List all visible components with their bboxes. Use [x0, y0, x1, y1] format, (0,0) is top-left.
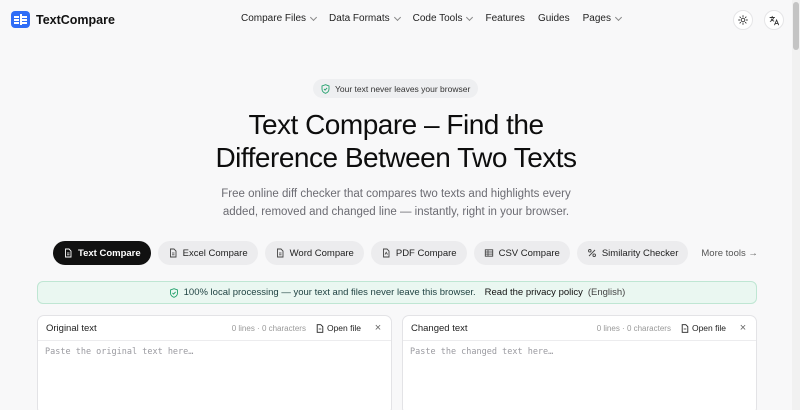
chevron-down-icon — [309, 13, 318, 21]
subtitle-line-1: Free online diff checker that compares t… — [221, 188, 571, 200]
scrollbar-thumb[interactable] — [793, 2, 799, 50]
title-line-1: Text Compare – Find the — [248, 109, 544, 140]
notice-language: (English) — [587, 287, 626, 298]
tab-label: Similarity Checker — [601, 247, 679, 259]
nav-features[interactable]: Features — [485, 13, 524, 24]
nav-label: Compare Files — [241, 13, 307, 24]
privacy-badge: Your text never leaves your browser — [313, 79, 479, 98]
top-header: TextCompare Compare Files Data Formats C… — [0, 0, 792, 40]
open-file-button[interactable]: Open file — [316, 323, 361, 333]
tab-label: Text Compare — [78, 247, 141, 259]
tab-csv-compare[interactable]: CSV Compare — [473, 241, 570, 265]
main-nav: Compare Files Data Formats Code Tools Fe… — [241, 13, 634, 24]
nav-code-tools[interactable]: Code Tools — [412, 13, 474, 24]
tool-tabs: Text Compare Excel Compare Word Compare … — [53, 241, 764, 265]
tab-text-compare[interactable]: Text Compare — [53, 241, 151, 265]
privacy-policy-link[interactable]: Read the privacy policy — [485, 287, 583, 298]
table-icon — [484, 249, 493, 257]
placeholder-text: Paste the original text here… — [45, 347, 194, 357]
document-icon — [65, 248, 72, 258]
panel-title: Changed text — [411, 322, 468, 334]
tab-similarity-checker[interactable]: Similarity Checker — [576, 241, 689, 265]
changed-text-input[interactable]: Paste the changed text here… — [403, 341, 756, 363]
pdf-icon — [382, 248, 390, 258]
tab-label: Excel Compare — [182, 247, 248, 259]
tab-word-compare[interactable]: Word Compare — [264, 241, 364, 265]
char-count: 0 lines · 0 characters — [231, 323, 306, 333]
subtitle-line-2: added, removed and changed line — instan… — [222, 206, 570, 218]
page-scrollbar[interactable] — [792, 0, 800, 410]
chevron-down-icon — [466, 13, 474, 21]
translate-icon — [769, 15, 779, 25]
brand-logo[interactable]: TextCompare — [11, 11, 115, 28]
nav-data-formats[interactable]: Data Formats — [329, 13, 401, 24]
original-text-panel: Original text 0 lines · 0 characters Ope… — [37, 315, 392, 410]
title-line-2: Difference Between Two Texts — [215, 142, 577, 173]
char-count: 0 lines · 0 characters — [596, 323, 671, 333]
document-icon — [276, 248, 284, 258]
file-icon — [681, 323, 689, 333]
shield-check-icon — [321, 83, 330, 94]
nav-label: Pages — [582, 13, 611, 24]
page-title: Text Compare – Find the Difference Betwe… — [0, 108, 792, 174]
nav-compare-files[interactable]: Compare Files — [241, 13, 318, 24]
open-file-button[interactable]: Open file — [681, 323, 726, 333]
theme-toggle-button[interactable] — [733, 10, 753, 30]
open-file-label: Open file — [691, 323, 726, 333]
nav-label: Features — [485, 13, 525, 24]
tab-label: Word Compare — [289, 247, 354, 259]
logo-icon — [11, 11, 30, 28]
open-file-label: Open file — [326, 323, 361, 333]
sun-icon — [738, 15, 748, 25]
tab-excel-compare[interactable]: Excel Compare — [157, 241, 258, 265]
tab-pdf-compare[interactable]: PDF Compare — [370, 241, 467, 265]
document-icon — [169, 248, 177, 258]
shield-check-icon — [169, 287, 178, 298]
nav-label: Data Formats — [329, 13, 390, 24]
nav-label: Code Tools — [412, 13, 463, 24]
nav-pages[interactable]: Pages — [582, 13, 623, 24]
panel-title: Original text — [46, 322, 97, 334]
placeholder-text: Paste the changed text here… — [410, 347, 554, 357]
nav-label: Guides — [537, 13, 570, 24]
language-button[interactable] — [764, 10, 784, 30]
badge-text: Your text never leaves your browser — [335, 83, 471, 94]
chevron-down-icon — [614, 13, 623, 21]
tab-label: PDF Compare — [395, 247, 457, 259]
changed-text-panel: Changed text 0 lines · 0 characters Open… — [402, 315, 757, 410]
panel-header: Changed text 0 lines · 0 characters Open… — [403, 316, 756, 341]
panel-header: Original text 0 lines · 0 characters Ope… — [38, 316, 391, 341]
page-subtitle: Free online diff checker that compares t… — [200, 185, 592, 221]
tab-label: CSV Compare — [498, 247, 560, 259]
privacy-notice: 100% local processing — your text and fi… — [37, 281, 757, 304]
brand-name: TextCompare — [36, 12, 115, 27]
chevron-down-icon — [393, 13, 401, 21]
more-tools-label: More tools → — [701, 247, 758, 259]
nav-guides[interactable]: Guides — [538, 13, 570, 24]
notice-text: 100% local processing — your text and fi… — [183, 287, 476, 298]
clear-button[interactable]: × — [373, 322, 383, 334]
percent-icon — [587, 249, 596, 257]
file-icon — [316, 323, 324, 333]
original-text-input[interactable]: Paste the original text here… — [38, 341, 391, 363]
more-tools-link[interactable]: More tools → — [695, 241, 764, 265]
clear-button[interactable]: × — [738, 322, 748, 334]
